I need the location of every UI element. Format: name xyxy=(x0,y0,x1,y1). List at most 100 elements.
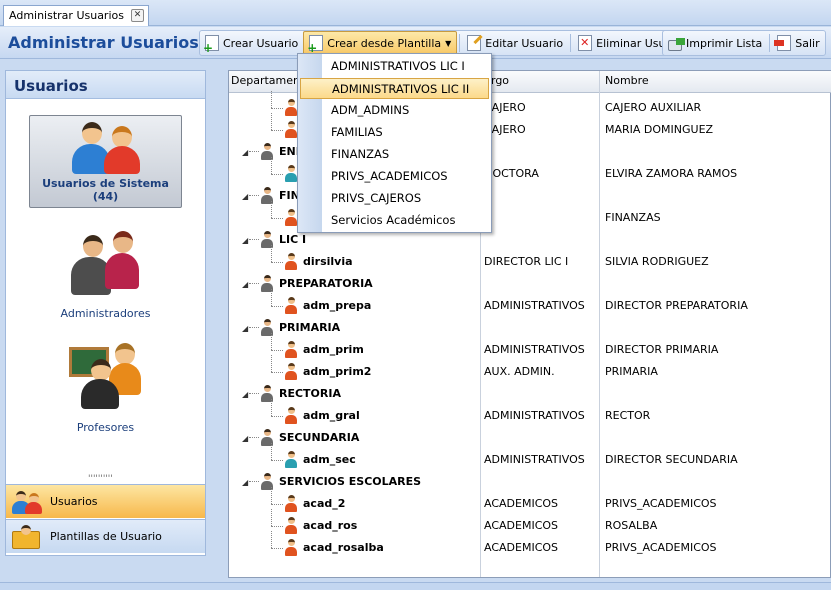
table-row[interactable]: acad_2 ACADEMICOS PRIVS_ACADEMICOS xyxy=(229,487,831,515)
tree-line xyxy=(271,526,283,527)
new-from-template-icon xyxy=(307,35,324,55)
sidebar-item-profesores[interactable]: Profesores xyxy=(6,341,205,434)
expand-collapse-icon[interactable]: ◢ xyxy=(242,192,248,201)
table-row[interactable]: acad_ros ACADEMICOS ROSALBA xyxy=(229,509,831,537)
user-login: adm_sec xyxy=(303,453,356,466)
tree-line xyxy=(271,218,283,219)
template-menu-item[interactable]: ADMINISTRATIVOS LIC I xyxy=(300,56,489,77)
group-row[interactable]: ◢ PREPARATORIA xyxy=(229,273,831,295)
user-nombre: ROSALBA xyxy=(605,519,658,532)
tree-line xyxy=(271,350,283,351)
user-cargo: DIRECTOR LIC I xyxy=(484,255,569,268)
editar-usuario-button[interactable]: Editar Usuario xyxy=(462,31,568,55)
group-row[interactable]: ◢ SERVICIOS ESCOLARES xyxy=(229,471,831,493)
user-cargo: ADMINISTRATIVOS xyxy=(484,343,585,356)
template-menu-item[interactable]: FINANZAS xyxy=(300,144,489,165)
group-name: SECUNDARIA xyxy=(279,431,360,444)
user-icon xyxy=(285,121,297,138)
tree-line xyxy=(271,245,272,262)
crear-desde-plantilla-button[interactable]: Crear desde Plantilla ▼ xyxy=(303,31,458,55)
tree-line xyxy=(249,327,259,328)
crear-desde-plantilla-label: Crear desde Plantilla xyxy=(327,36,442,50)
group-name: PRIMARIA xyxy=(279,321,341,334)
expand-collapse-icon[interactable]: ◢ xyxy=(242,390,248,399)
tree-line xyxy=(271,306,283,307)
tab-administrar-usuarios[interactable]: Administrar Usuarios ✕ xyxy=(3,5,149,26)
group-row[interactable]: ◢ PRIMARIA xyxy=(229,317,831,339)
nav-plantillas-usuario[interactable]: Plantillas de Usuario xyxy=(6,519,205,553)
expand-collapse-icon[interactable]: ◢ xyxy=(242,148,248,157)
close-icon[interactable]: ✕ xyxy=(130,9,144,22)
table-row[interactable]: adm_prepa ADMINISTRATIVOS DIRECTOR PREPARA… xyxy=(229,289,831,317)
nav-usuarios[interactable]: Usuarios xyxy=(6,484,205,518)
tree-line xyxy=(271,416,283,417)
sidebar-item-usuarios-sistema[interactable]: Usuarios de Sistema (44) xyxy=(6,115,205,208)
user-icon xyxy=(285,363,297,380)
table-row[interactable]: dirsilvia DIRECTOR LIC I SILVIA RODRIGUEZ xyxy=(229,245,831,273)
table-row[interactable]: adm_prim2 AUX. ADMIN. PRIMARIA xyxy=(229,355,831,383)
sidebar-item-label: Usuarios de Sistema (44) xyxy=(42,177,169,203)
sidebar-item-administradores[interactable]: Administradores xyxy=(6,229,205,320)
tree-line xyxy=(271,372,283,373)
expand-collapse-icon[interactable]: ◢ xyxy=(242,236,248,245)
group-name: RECTORIA xyxy=(279,387,341,400)
template-menu-item[interactable]: ADM_ADMINS xyxy=(300,100,489,121)
template-menu-item[interactable]: FAMILIAS xyxy=(300,122,489,143)
imprimir-lista-button[interactable]: Imprimir Lista xyxy=(663,31,767,55)
tree-line xyxy=(249,393,259,394)
user-nombre: ELVIRA ZAMORA RAMOS xyxy=(605,167,738,180)
tree-line xyxy=(249,437,259,438)
user-icon xyxy=(285,517,297,534)
column-header-cargo[interactable]: rgo xyxy=(491,74,509,87)
salir-button[interactable]: Salir xyxy=(772,31,824,55)
template-menu-item[interactable]: Servicios Académicos xyxy=(300,210,489,231)
splitter-grip[interactable]: '''''''''' xyxy=(88,474,113,484)
imprimir-lista-label: Imprimir Lista xyxy=(686,36,763,50)
user-cargo: ADMINISTRATIVOS xyxy=(484,409,585,422)
group-row[interactable]: ◢ SECUNDARIA xyxy=(229,427,831,449)
column-header-nombre[interactable]: Nombre xyxy=(605,74,649,87)
user-login: adm_prepa xyxy=(303,299,372,312)
user-login: acad_2 xyxy=(303,497,346,510)
nav-usuarios-label: Usuarios xyxy=(50,495,98,508)
user-login: adm_prim2 xyxy=(303,365,372,378)
tree-line xyxy=(271,91,272,108)
salir-label: Salir xyxy=(795,36,820,50)
user-cargo: ACADEMICOS xyxy=(484,497,559,510)
user-nombre: DIRECTOR SECUNDARIA xyxy=(605,453,738,466)
group-name: PREPARATORIA xyxy=(279,277,373,290)
templates-folder-icon xyxy=(12,524,42,549)
expand-collapse-icon[interactable]: ◢ xyxy=(242,434,248,443)
user-login: dirsilvia xyxy=(303,255,353,268)
crear-usuario-button[interactable]: Crear Usuario xyxy=(200,31,303,55)
user-cargo: ACADEMICOS xyxy=(484,519,559,532)
group-row[interactable]: ◢ RECTORIA xyxy=(229,383,831,405)
chevron-down-icon: ▼ xyxy=(445,38,452,48)
toolbar-separator xyxy=(459,34,461,52)
template-menu-item[interactable]: PRIVS_CAJEROS xyxy=(300,188,489,209)
sidebar: Usuarios Usuarios de Sistema (44) Admini… xyxy=(5,70,206,556)
table-row[interactable]: adm_sec ADMINISTRATIVOS DIRECTOR SECUNDARI… xyxy=(229,443,831,471)
tree-line xyxy=(271,108,283,109)
table-row[interactable]: adm_gral ADMINISTRATIVOS RECTOR xyxy=(229,399,831,427)
user-cargo: ADMINISTRATIVOS xyxy=(484,453,585,466)
system-users-icon xyxy=(70,122,142,180)
template-menu-item[interactable]: ADMINISTRATIVOS LIC II xyxy=(300,78,489,99)
table-row[interactable]: acad_rosalba ACADEMICOS PRIVS_ACADEMICOS xyxy=(229,531,831,559)
tree-line xyxy=(249,481,259,482)
print-icon xyxy=(668,37,685,51)
tree-line xyxy=(271,509,272,526)
user-icon xyxy=(285,209,297,226)
user-nombre: RECTOR xyxy=(605,409,651,422)
document-tabstrip: Administrar Usuarios ✕ xyxy=(0,0,831,26)
group-name: LIC I xyxy=(279,233,307,246)
template-menu-item[interactable]: PRIVS_ACADEMICOS xyxy=(300,166,489,187)
tree-line xyxy=(249,151,259,152)
user-cargo: ADMINISTRATIVOS xyxy=(484,299,585,312)
status-bar xyxy=(0,582,831,590)
expand-collapse-icon[interactable]: ◢ xyxy=(242,280,248,289)
expand-collapse-icon[interactable]: ◢ xyxy=(242,478,248,487)
expand-collapse-icon[interactable]: ◢ xyxy=(242,324,248,333)
table-row[interactable]: adm_prim ADMINISTRATIVOS DIRECTOR PRIMARIA xyxy=(229,333,831,361)
user-icon xyxy=(285,451,297,468)
